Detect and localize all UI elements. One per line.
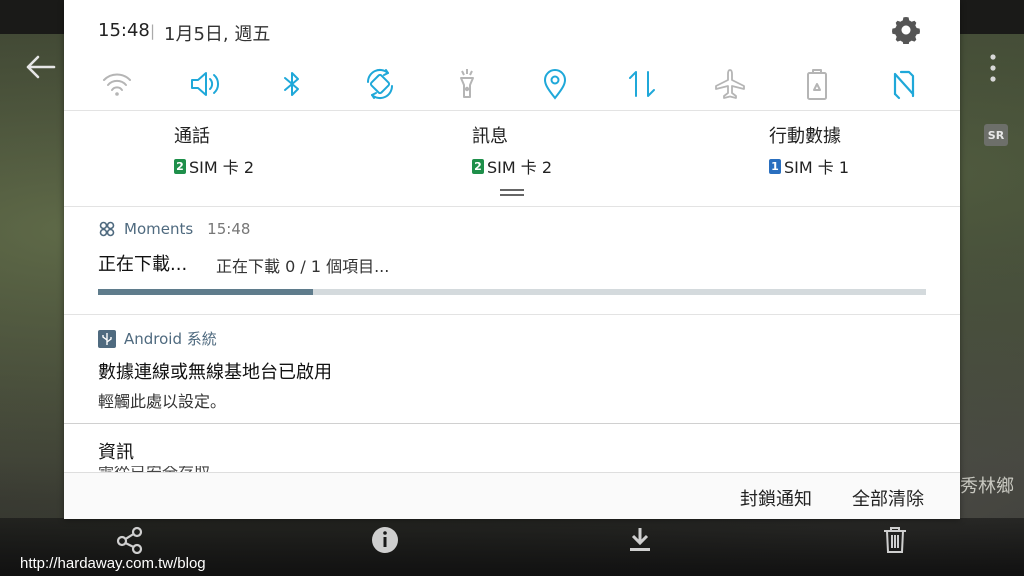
sim-setting-value: 2 SIM 卡 2 [472,154,552,178]
bluetooth-icon[interactable] [270,62,314,106]
notification-header: Android 系統 [98,328,217,349]
status-separator: | [150,22,156,40]
location-icon[interactable] [533,62,577,106]
delete-icon[interactable] [880,524,910,554]
watermark-text: http://hardaway.com.tw/blog [20,555,206,572]
notification-title: 正在下載... [98,254,188,275]
notification-text: 輕觸此處以設定。 [98,392,227,411]
notification-moments[interactable]: Moments 15:48 正在下載... 正在下載 0 / 1 個項目... [64,206,960,314]
notification-peek-title[interactable]: 資訊 [98,438,134,464]
panel-expand-handle[interactable] [500,189,524,197]
sound-icon[interactable] [183,62,227,106]
clock-time: 15:48 [98,20,150,41]
block-notifications-button[interactable]: 封鎖通知 [740,485,812,511]
sim-setting-title: 訊息 [472,126,508,147]
status-date[interactable]: 1月5日, 週五 [164,20,270,46]
auto-rotate-icon[interactable] [358,62,402,106]
sim-badge: 1 [769,158,781,174]
sim-setting-title: 通話 [174,126,210,147]
wifi-icon[interactable] [95,62,139,106]
notification-footer: 封鎖通知 全部清除 [64,472,960,519]
quick-settings-row [64,62,960,108]
power-saving-icon[interactable] [795,62,839,106]
flashlight-icon[interactable] [445,62,489,106]
sim-setting-messages[interactable]: 訊息 2 SIM 卡 2 [472,122,552,178]
gear-icon[interactable] [892,16,920,44]
notification-app-name: Moments [124,220,194,238]
download-icon[interactable] [625,524,655,554]
sim-setting-value: 2 SIM 卡 2 [174,154,254,178]
sim-setting-title: 行動數據 [769,126,841,147]
divider [64,423,960,424]
moments-app-icon [99,221,115,237]
photo-viewer-topbar-right [960,0,1024,34]
clear-all-button[interactable]: 全部清除 [852,485,924,511]
details-info-icon[interactable] [370,524,400,554]
sim-setting-mobile-data[interactable]: 行動數據 1 SIM 卡 1 [769,122,849,178]
mobile-data-icon[interactable] [620,62,664,106]
sim-setting-calls[interactable]: 通話 2 SIM 卡 2 [174,122,254,178]
sim-label: SIM 卡 2 [189,158,255,177]
divider [64,110,960,111]
notification-android-system[interactable]: Android 系統 數據連線或無線基地台已啟用 輕觸此處以設定。 [64,314,960,422]
sr-badge[interactable]: SR [984,124,1008,146]
notification-time: 15:48 [207,220,251,238]
airplane-mode-icon[interactable] [708,62,752,106]
share-icon[interactable] [115,524,145,554]
notification-title: 數據連線或無線基地台已啟用 [98,362,332,383]
back-arrow-icon[interactable] [24,54,56,80]
sim-label: SIM 卡 2 [487,158,553,177]
download-progress-bar [98,289,926,295]
usb-icon [98,329,116,348]
notification-app-name: Android 系統 [124,330,217,348]
download-progress-fill [98,289,314,295]
sim-setting-value: 1 SIM 卡 1 [769,154,849,178]
notification-panel: 15:48 | 1月5日, 週五 通話 2 SIM 卡 2 訊息 2 SIM 卡… [64,0,960,519]
panel-status-row: 15:48 | 1月5日, 週五 [64,0,960,56]
notification-header: Moments 15:48 [98,220,250,238]
location-tag-text: 秀林鄉 [960,476,1014,497]
notification-text: 正在下載 0 / 1 個項目... [216,257,390,276]
sim-badge: 2 [174,158,186,174]
photo-viewer-topbar-left [0,0,64,34]
sim-badge: 2 [472,158,484,174]
sim-label: SIM 卡 1 [784,158,850,177]
more-options-icon[interactable] [984,52,1002,84]
nfc-icon[interactable] [883,62,927,106]
